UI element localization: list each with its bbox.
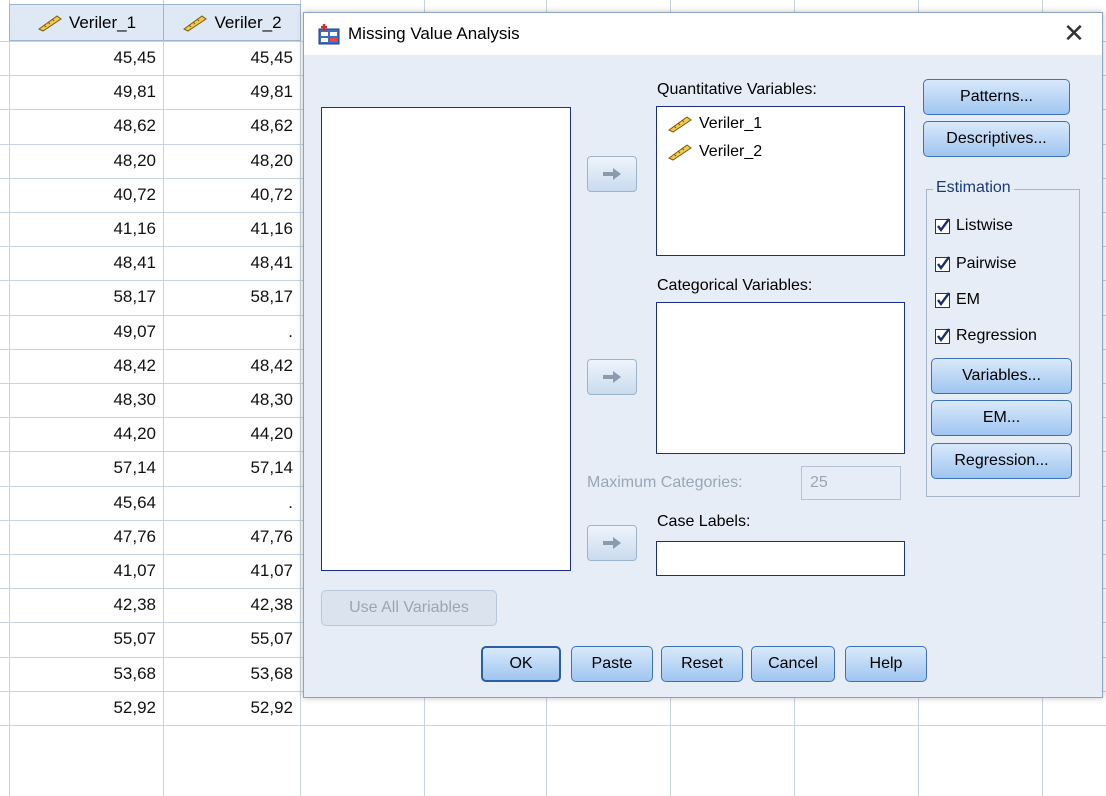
table-cell[interactable]: 44,20: [10, 417, 156, 451]
checkbox-label: Regression: [956, 327, 1037, 344]
estimation-variables-button[interactable]: Variables...: [931, 358, 1072, 394]
patterns-button[interactable]: Patterns...: [923, 79, 1070, 115]
column-header-label: Veriler_1: [68, 12, 137, 32]
checkbox-label: EM: [956, 291, 980, 308]
table-cell[interactable]: 53,68: [10, 657, 156, 691]
spss-app-icon: [318, 24, 340, 45]
checkbox-label: Pairwise: [956, 255, 1017, 272]
close-icon[interactable]: ✕: [1060, 19, 1088, 47]
table-cell[interactable]: 48,42: [10, 349, 156, 383]
table-cell[interactable]: 49,07: [10, 315, 156, 349]
help-button[interactable]: Help: [845, 646, 927, 682]
regression-checkbox[interactable]: Regression: [935, 327, 1037, 345]
estimation-regression-button[interactable]: Regression...: [931, 443, 1072, 479]
listwise-checkbox[interactable]: Listwise: [935, 217, 1013, 235]
table-cell[interactable]: 48,41: [10, 246, 156, 280]
ok-button[interactable]: OK: [481, 646, 561, 682]
table-cell[interactable]: 57,14: [10, 451, 156, 485]
cancel-button[interactable]: Cancel: [751, 646, 835, 682]
list-item-label: Veriler_2: [699, 143, 763, 160]
ruler-icon: [183, 14, 208, 32]
grid-line: [0, 725, 1106, 726]
em-checkbox[interactable]: EM: [935, 291, 980, 309]
categorical-variables-list[interactable]: [656, 302, 905, 454]
use-all-variables-button: Use All Variables: [321, 590, 497, 626]
maximum-categories-label: Maximum Categories:: [587, 474, 743, 491]
quantitative-variables-list[interactable]: Veriler_1 Veriler_2: [656, 106, 905, 256]
table-cell[interactable]: 40,72: [10, 178, 156, 212]
move-to-case-labels-button[interactable]: [587, 525, 637, 561]
grid-line: [300, 0, 301, 796]
table-cell[interactable]: 47,76: [164, 520, 293, 554]
table-cell[interactable]: 41,07: [164, 554, 293, 588]
quantitative-variables-label: Quantitative Variables:: [657, 81, 817, 98]
estimation-em-button[interactable]: EM...: [931, 400, 1072, 436]
table-cell[interactable]: 47,76: [10, 520, 156, 554]
table-cell[interactable]: 48,42: [164, 349, 293, 383]
table-cell[interactable]: 48,30: [164, 383, 293, 417]
estimation-legend: Estimation: [933, 179, 1014, 197]
title-bar[interactable]: Missing Value Analysis ✕: [304, 13, 1102, 55]
checkbox[interactable]: [935, 255, 950, 272]
ruler-icon: [668, 144, 692, 161]
table-cell[interactable]: 48,62: [164, 109, 293, 143]
table-cell[interactable]: 40,72: [164, 178, 293, 212]
table-cell[interactable]: 53,68: [164, 657, 293, 691]
table-cell[interactable]: 49,81: [10, 75, 156, 109]
ruler-icon: [668, 116, 692, 133]
table-cell[interactable]: 58,17: [10, 280, 156, 314]
table-cell[interactable]: 45,45: [10, 41, 156, 75]
checkbox[interactable]: [935, 217, 950, 234]
missing-value-analysis-dialog: Missing Value Analysis ✕ Quantitative Va…: [303, 12, 1103, 698]
pairwise-checkbox[interactable]: Pairwise: [935, 255, 1016, 273]
maximum-categories-input: 25: [801, 466, 901, 500]
table-cell[interactable]: 57,14: [164, 451, 293, 485]
dialog-title: Missing Value Analysis: [348, 24, 520, 43]
table-cell[interactable]: 41,07: [10, 554, 156, 588]
right-arrow-icon: [603, 168, 621, 180]
table-cell[interactable]: 52,92: [10, 691, 156, 725]
table-cell[interactable]: 45,64: [10, 486, 156, 520]
table-cell[interactable]: 48,20: [10, 144, 156, 178]
table-cell[interactable]: 55,07: [10, 622, 156, 656]
table-cell[interactable]: 48,20: [164, 144, 293, 178]
column-header-label: Veriler_2: [214, 12, 282, 32]
table-cell[interactable]: 44,20: [164, 417, 293, 451]
column-header-veriler-1[interactable]: Veriler_1: [9, 4, 164, 41]
table-cell[interactable]: 58,17: [164, 280, 293, 314]
paste-button[interactable]: Paste: [571, 646, 653, 682]
column-header-veriler-2[interactable]: Veriler_2: [163, 4, 301, 41]
table-cell[interactable]: 41,16: [10, 212, 156, 246]
move-to-quantitative-button[interactable]: [587, 156, 637, 192]
case-labels-label: Case Labels:: [657, 513, 751, 530]
table-cell[interactable]: 41,16: [164, 212, 293, 246]
table-cell[interactable]: .: [164, 486, 293, 520]
table-cell[interactable]: 42,38: [164, 588, 293, 622]
case-labels-field[interactable]: [656, 541, 905, 576]
list-item-label: Veriler_1: [699, 115, 763, 132]
reset-button[interactable]: Reset: [661, 646, 743, 682]
checkbox[interactable]: [935, 291, 950, 308]
list-item[interactable]: Veriler_2: [667, 143, 762, 161]
source-variable-list[interactable]: [321, 107, 571, 571]
table-cell[interactable]: 55,07: [164, 622, 293, 656]
table-cell[interactable]: 48,30: [10, 383, 156, 417]
ruler-icon: [37, 14, 62, 32]
right-arrow-icon: [603, 371, 621, 383]
right-arrow-icon: [603, 537, 621, 549]
table-cell[interactable]: 48,62: [10, 109, 156, 143]
table-cell[interactable]: 42,38: [10, 588, 156, 622]
table-cell[interactable]: 49,81: [164, 75, 293, 109]
move-to-categorical-button[interactable]: [587, 359, 637, 395]
checkbox-label: Listwise: [956, 217, 1013, 234]
table-cell[interactable]: .: [164, 315, 293, 349]
table-cell[interactable]: 45,45: [164, 41, 293, 75]
categorical-variables-label: Categorical Variables:: [657, 277, 813, 294]
descriptives-button[interactable]: Descriptives...: [923, 121, 1070, 157]
checkbox[interactable]: [935, 327, 950, 344]
list-item[interactable]: Veriler_1: [667, 115, 762, 133]
table-cell[interactable]: 52,92: [164, 691, 293, 725]
table-cell[interactable]: 48,41: [164, 246, 293, 280]
